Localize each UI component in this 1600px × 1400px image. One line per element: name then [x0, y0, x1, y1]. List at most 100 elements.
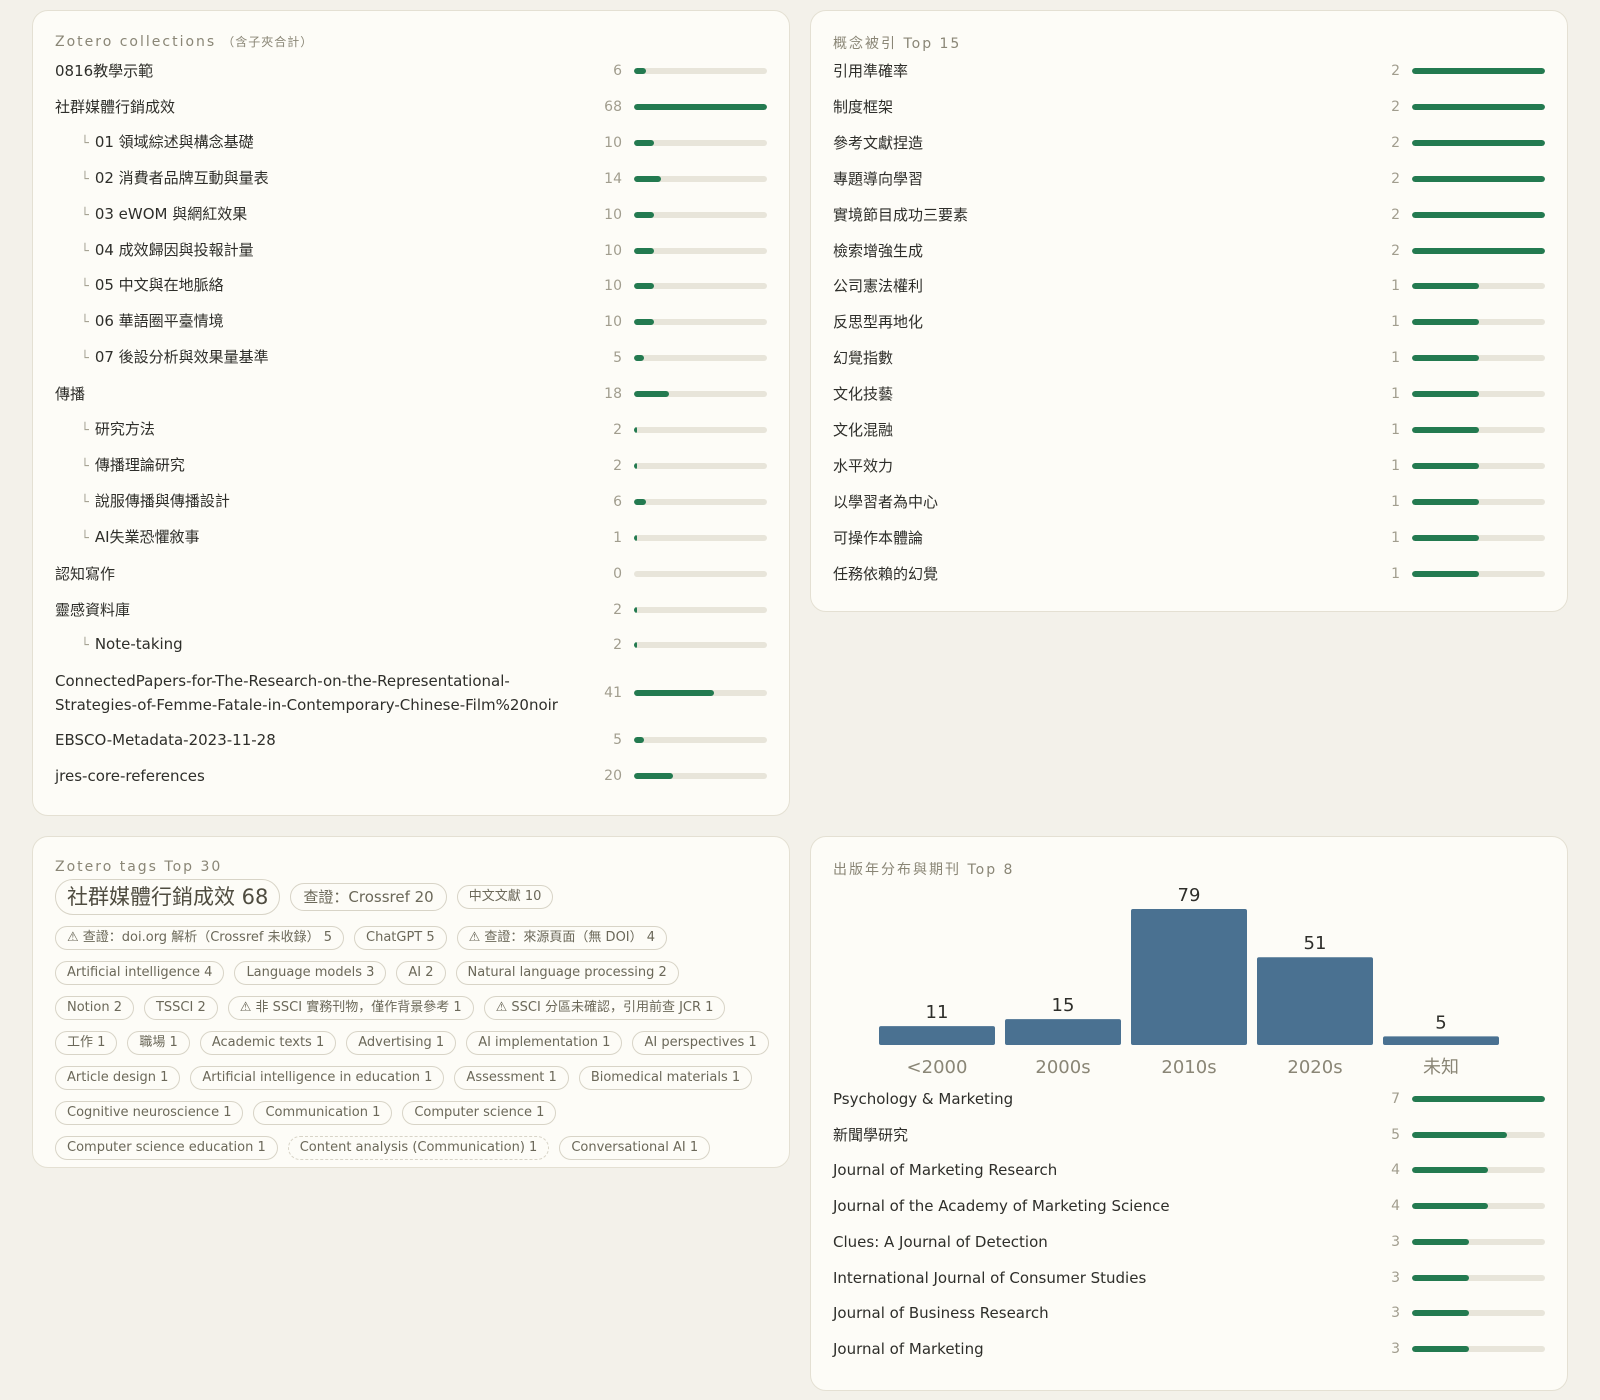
tag-chip[interactable]: Assessment 1 [454, 1066, 569, 1090]
progress-bar [634, 462, 767, 469]
tag-chip[interactable]: Biomedical materials 1 [578, 1066, 753, 1090]
item-label-text: 06 華語圈平臺情境 [94, 312, 224, 331]
tag-chip[interactable]: Notion 2 [55, 996, 134, 1020]
tag-chip[interactable]: Computer science 1 [402, 1101, 557, 1125]
item-label: └ 傳播理論研究 [55, 453, 582, 479]
item-label-text: 檢索增強生成 [833, 241, 924, 260]
item-count: 10 [604, 278, 622, 295]
tag-chip[interactable]: AI implementation 1 [466, 1031, 623, 1055]
tag-chip[interactable]: ⚠ SSCI 分區未確認，引用前查 JCR 1 [483, 996, 726, 1020]
tag-chip[interactable]: Artificial intelligence in education 1 [190, 1066, 445, 1090]
years-card: 出版年分布與期刊 Top 8 11 <2000 15 2000s 79 2010s 51 20… [810, 836, 1568, 1391]
item-label-text: 公司憲法權利 [833, 277, 924, 296]
progress-bar [1412, 1167, 1545, 1174]
tag-chip[interactable]: Advertising 1 [346, 1031, 457, 1055]
list-item[interactable]: jres-core-references 20 [55, 752, 767, 800]
list-item[interactable]: 任務依賴的幻覺 1 [833, 550, 1545, 598]
tag-chip[interactable]: Natural language processing 2 [455, 961, 679, 985]
tag-chip[interactable]: ChatGPT 5 [354, 926, 447, 950]
item-label-text: Clues: A Journal of Detection [833, 1232, 1048, 1251]
item-count: 1 [1391, 493, 1400, 510]
item-count: 1 [1391, 350, 1400, 367]
tag-chip[interactable]: ⚠ 查證：來源頁面（無 DOI） 4 [456, 926, 668, 950]
item-label-text: 制度框架 [833, 97, 894, 116]
tag-chip[interactable]: 工作 1 [55, 1031, 118, 1055]
progress-bar-fill [1412, 1274, 1469, 1281]
tag-chip[interactable]: Language models 3 [234, 961, 387, 985]
item-count: 10 [604, 314, 622, 331]
progress-bar-fill [634, 690, 715, 697]
item-label-text: Journal of Business Research [833, 1304, 1049, 1323]
tag-chip[interactable]: Article design 1 [55, 1066, 181, 1090]
progress-bar [1412, 427, 1545, 433]
tag-chip[interactable]: 中文文獻 10 [456, 885, 554, 909]
item-count: 10 [604, 206, 622, 223]
tag-chip[interactable]: AI perspectives 1 [632, 1031, 769, 1055]
item-count: 2 [1391, 242, 1400, 259]
tag-row: Artificial intelligence 4 Language models… [55, 961, 771, 985]
progress-bar-fill [1412, 391, 1479, 398]
item-label-text: 反思型再地化 [833, 313, 924, 332]
tag-chip[interactable]: AI 2 [396, 961, 446, 985]
item-label: 參考文獻捏造 [833, 131, 1360, 155]
progress-bar-fill [634, 462, 637, 469]
item-label: 可操作本體論 [833, 526, 1360, 550]
tag-chip[interactable]: ⚠ 非 SSCI 實務刊物，僅作背景參考 1 [227, 996, 474, 1020]
collections-list: 0816教學示範 6 社群媒體行銷成效 68 └ 01 領域綜述與構念基礎 10 └ 02 消費… [55, 11, 767, 815]
item-label-text: 水平效力 [833, 456, 894, 475]
progress-bar-fill [634, 103, 767, 110]
item-count: 1 [1391, 422, 1400, 438]
tag-chip[interactable]: Communication 1 [253, 1101, 393, 1125]
progress-bar [634, 175, 767, 182]
progress-bar-fill [1412, 498, 1479, 505]
item-label-text: ConnectedPapers-for-The-Research-on-the-… [55, 672, 558, 715]
tag-chip[interactable]: ⚠ 查證：doi.org 解析（Crossref 未收錄） 5 [55, 926, 344, 950]
progress-bar-fill [634, 642, 637, 649]
item-label-text: 社群媒體行銷成效 [55, 97, 176, 116]
item-label: 0816教學示範 [55, 59, 582, 83]
tag-chip[interactable]: Conversational AI 1 [559, 1136, 711, 1160]
tag-chip[interactable]: Artificial intelligence 4 [55, 961, 225, 985]
item-label: Journal of the Academy of Marketing Scie… [833, 1194, 1360, 1218]
progress-bar [1412, 570, 1545, 577]
list-item[interactable]: Journal of Marketing 3 [833, 1325, 1545, 1373]
item-count: 5 [1391, 1126, 1400, 1143]
progress-bar-fill [634, 737, 644, 744]
tree-branch-icon: └ [81, 243, 89, 259]
item-label: └ 說服傳播與傳播設計 [55, 489, 582, 515]
item-count: 68 [604, 98, 622, 115]
progress-bar-fill [1412, 427, 1479, 433]
collections-card: Zotero collections （含子夾合計） 0816教學示範 6 社群媒體行… [32, 10, 790, 816]
item-label: jres-core-references [55, 764, 582, 788]
tag-chip[interactable]: Content analysis (Communication) 1 [287, 1136, 550, 1160]
item-count: 2 [613, 601, 622, 618]
item-label: └ 01 領域綜述與構念基礎 [55, 130, 582, 156]
tag-chip[interactable]: Cognitive neuroscience 1 [55, 1101, 244, 1125]
tag-chip[interactable]: Computer science education 1 [55, 1136, 278, 1160]
item-label: └ 02 消費者品牌互動與量表 [55, 166, 582, 192]
progress-bar [1412, 1203, 1545, 1210]
progress-bar-fill [634, 606, 637, 613]
item-count: 1 [1391, 278, 1400, 295]
list-item[interactable]: ConnectedPapers-for-The-Research-on-the-… [55, 669, 767, 717]
item-count: 4 [1391, 1162, 1400, 1179]
tag-chip[interactable]: 職場 1 [127, 1031, 190, 1055]
item-count: 2 [613, 457, 622, 474]
progress-bar-fill [1412, 103, 1545, 110]
item-count: 3 [1391, 1340, 1400, 1357]
item-label-text: 07 後設分析與效果量基準 [94, 348, 269, 367]
tree-branch-icon: └ [81, 638, 89, 654]
item-label-text: 說服傳播與傳播設計 [94, 491, 230, 510]
list-item[interactable]: └ Note-taking 2 [55, 621, 767, 669]
progress-bar [1412, 1096, 1545, 1102]
tag-chip[interactable]: 社群媒體行銷成效 68 [55, 879, 281, 915]
item-label: 任務依賴的幻覺 [833, 562, 1360, 586]
tag-row: Computer science education 1 Content anal… [55, 1136, 771, 1160]
progress-bar-fill [1412, 211, 1545, 218]
item-label: Journal of Marketing Research [833, 1158, 1360, 1182]
tag-chip[interactable]: TSSCI 2 [143, 996, 218, 1020]
tag-chip[interactable]: Academic texts 1 [199, 1031, 337, 1055]
item-label-text: Note-taking [94, 635, 183, 654]
tag-chip[interactable]: 查證：Crossref 20 [290, 883, 447, 911]
tree-branch-icon: └ [81, 171, 89, 187]
